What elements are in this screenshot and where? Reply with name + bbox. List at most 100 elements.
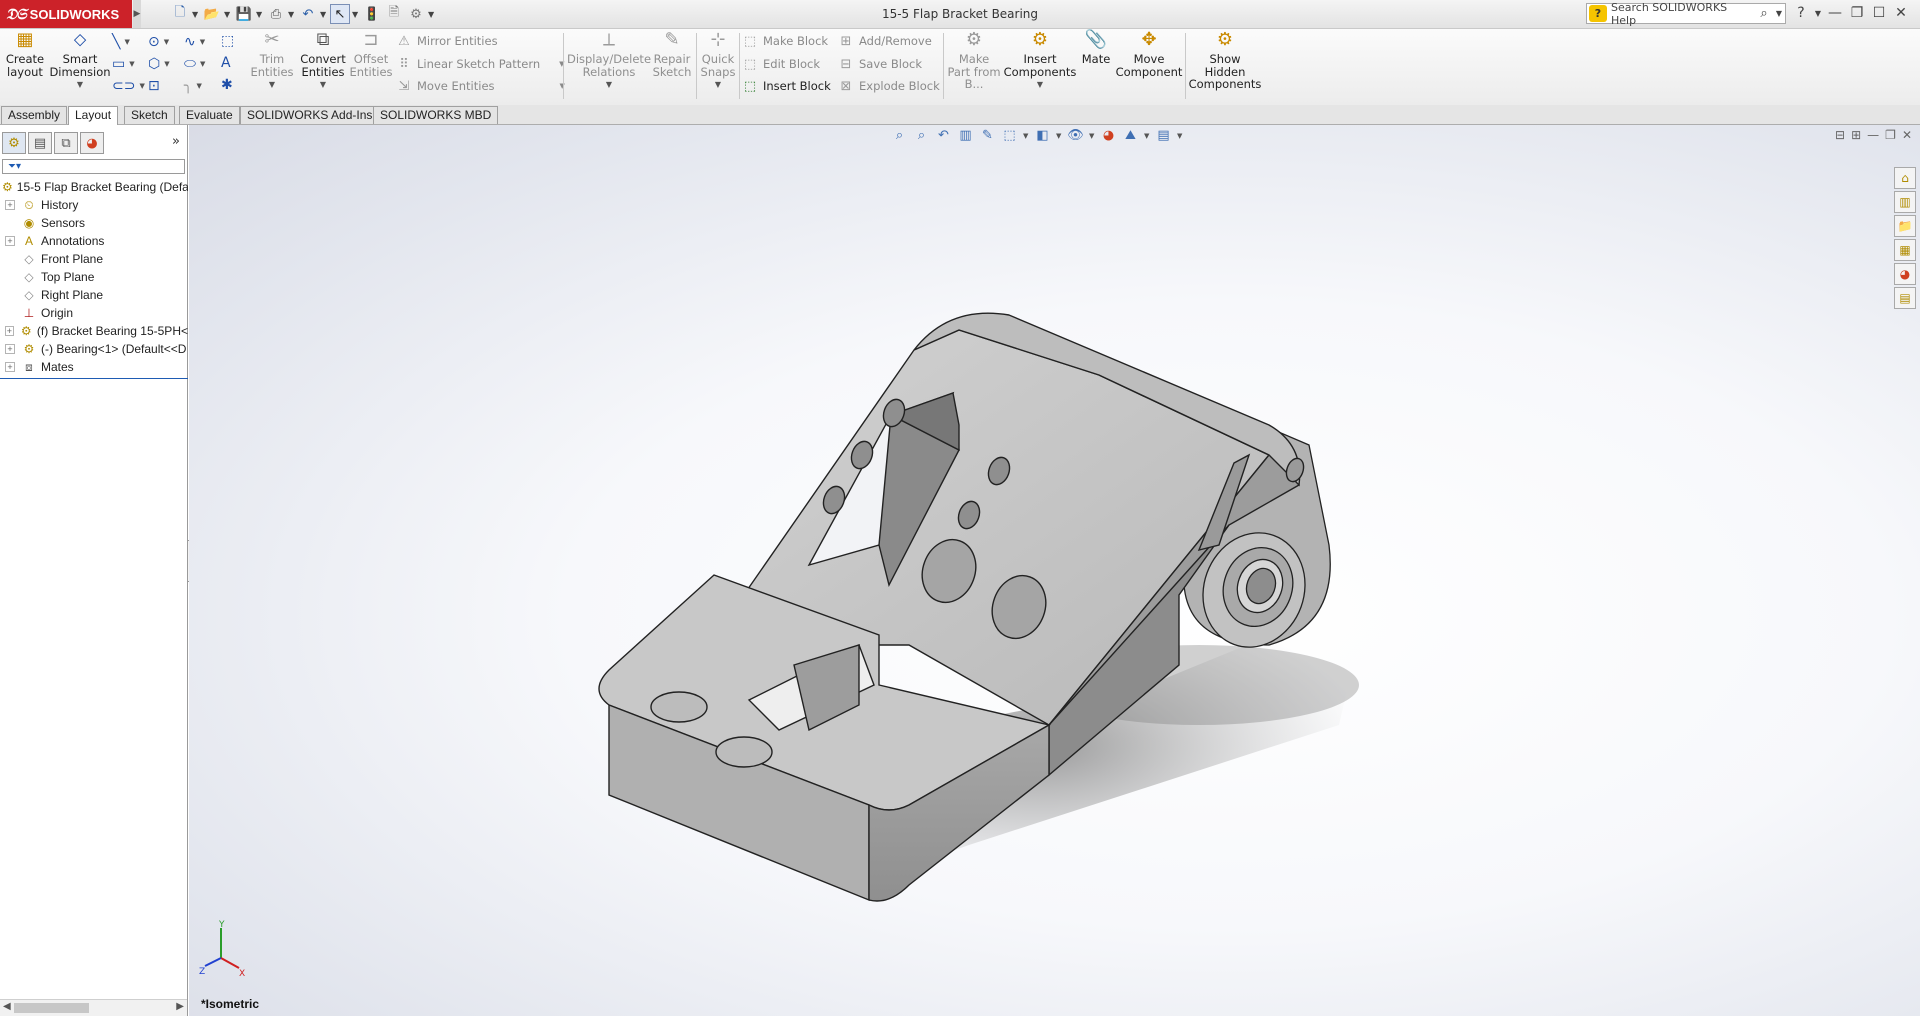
- quick-snaps-button[interactable]: ⊹ Quick Snaps ▼: [698, 29, 738, 105]
- scroll-left-arrow-icon[interactable]: ◀: [3, 1001, 11, 1012]
- smart-dimension-button[interactable]: ⬦ Smart Dimension ▼: [49, 29, 110, 105]
- tab-assembly[interactable]: Assembly: [1, 106, 68, 124]
- tree-item-annotations[interactable]: + A Annotations: [0, 232, 188, 250]
- display-delete-relations-button[interactable]: ⟂ Display/Delete Relations ▼: [567, 29, 651, 105]
- maximize-icon[interactable]: ☐: [1870, 5, 1888, 21]
- polygon-tool-icon[interactable]: ⬡ ▼: [148, 53, 184, 75]
- tree-item-front-plane[interactable]: ◇ Front Plane: [0, 250, 188, 268]
- magnifier-icon[interactable]: ⌕: [1755, 6, 1773, 21]
- doc-restore-icon[interactable]: ❐: [1885, 128, 1896, 142]
- smart-dimension-dropdown-icon[interactable]: ▼: [77, 79, 83, 92]
- section-view-icon[interactable]: ▥: [957, 128, 974, 143]
- solidworks-resources-icon[interactable]: ⌂: [1894, 167, 1916, 189]
- open-dropdown-icon[interactable]: ▼: [224, 10, 232, 19]
- property-manager-tab-icon[interactable]: ▤: [28, 132, 52, 154]
- print-icon[interactable]: ⎙: [266, 4, 286, 24]
- slot-tool-icon[interactable]: ⊂⊃ ▼: [112, 75, 148, 97]
- expand-toggle-icon[interactable]: +: [5, 326, 14, 336]
- display-style-icon[interactable]: ◧: [1034, 128, 1051, 143]
- rebuild-traffic-light-icon[interactable]: 🚦: [362, 4, 382, 24]
- expand-toggle-icon[interactable]: +: [5, 236, 15, 246]
- show-hidden-components-button[interactable]: ⚙ Show Hidden Components: [1188, 29, 1262, 105]
- add-remove-button[interactable]: ⊞ Add/Remove: [838, 31, 932, 51]
- repair-sketch-button[interactable]: ✎ Repair Sketch: [652, 29, 692, 105]
- tree-item-top-plane[interactable]: ◇ Top Plane: [0, 268, 188, 286]
- view-palette-icon[interactable]: ▦: [1894, 239, 1916, 261]
- trim-entities-button[interactable]: ✂ Trim Entities ▼: [250, 29, 294, 105]
- previous-view-icon[interactable]: ↶: [935, 128, 952, 143]
- insert-block-button[interactable]: ⬚ Insert Block: [742, 76, 831, 96]
- help-dropdown-icon[interactable]: ▼: [1814, 9, 1822, 18]
- file-properties-icon[interactable]: 🗎: [384, 4, 404, 24]
- file-explorer-icon[interactable]: 📁: [1894, 215, 1916, 237]
- expand-toggle-icon[interactable]: +: [5, 200, 15, 210]
- hide-show-dropdown-icon[interactable]: ▼: [1089, 132, 1095, 140]
- tree-item-history[interactable]: + ⏲ History: [0, 196, 188, 214]
- fillet-tool-icon[interactable]: ╮ ▼: [184, 75, 220, 97]
- save-icon[interactable]: 💾: [234, 4, 254, 24]
- tab-evaluate[interactable]: Evaluate: [179, 106, 240, 124]
- explode-block-button[interactable]: ⊠ Explode Block: [838, 76, 940, 96]
- rollback-bar[interactable]: [0, 378, 188, 379]
- new-document-icon[interactable]: 🗋: [170, 4, 190, 24]
- options-dropdown-icon[interactable]: ▼: [428, 10, 436, 19]
- tab-solidworks-add-ins[interactable]: SOLIDWORKS Add-Ins: [240, 106, 380, 124]
- linear-sketch-pattern-button[interactable]: ⠿ Linear Sketch Pattern ▼: [396, 54, 564, 74]
- view-settings-icon[interactable]: ▤: [1155, 128, 1172, 143]
- hide-show-items-icon[interactable]: 👁: [1067, 128, 1084, 143]
- move-component-button[interactable]: ✥ Move Component: [1114, 29, 1184, 105]
- minimize-icon[interactable]: —: [1826, 5, 1844, 21]
- doc-minimize-icon[interactable]: —: [1867, 128, 1879, 142]
- menu-expand-arrow[interactable]: ▶: [133, 0, 141, 28]
- circle-tool-icon[interactable]: ⊙ ▼: [148, 31, 184, 53]
- text-tool-icon[interactable]: A: [221, 53, 231, 73]
- open-folder-icon[interactable]: 📂: [202, 4, 222, 24]
- create-layout-button[interactable]: ▦ Create layout: [4, 29, 46, 105]
- spline-tool-icon[interactable]: ∿ ▼: [184, 31, 220, 53]
- expand-toggle-icon[interactable]: +: [5, 344, 15, 354]
- edit-appearance-icon[interactable]: ◕: [1100, 128, 1117, 143]
- save-block-button[interactable]: ⊟ Save Block: [838, 54, 922, 74]
- convert-dropdown-icon[interactable]: ▼: [320, 79, 326, 92]
- tree-item-origin[interactable]: ⊥ Origin: [0, 304, 188, 322]
- tile-vertical-icon[interactable]: ⊞: [1851, 128, 1861, 142]
- tree-root-assembly[interactable]: ⚙ 15-5 Flap Bracket Bearing (Defa: [0, 178, 188, 196]
- sketch-point-icon[interactable]: ✱: [221, 75, 233, 95]
- scroll-thumb[interactable]: [14, 1003, 89, 1013]
- scroll-right-arrow-icon[interactable]: ▶: [176, 1001, 184, 1012]
- quick-snaps-dropdown-icon[interactable]: ▼: [715, 79, 721, 92]
- tab-layout[interactable]: Layout: [68, 106, 119, 125]
- search-help-box[interactable]: ? Search SOLIDWORKS Help ⌕ ▼: [1586, 1, 1786, 27]
- scene-dropdown-icon[interactable]: ▼: [1144, 132, 1150, 140]
- feature-manager-tab-icon[interactable]: ⚙: [2, 132, 26, 154]
- custom-properties-icon[interactable]: ▤: [1894, 287, 1916, 309]
- search-input[interactable]: Search SOLIDWORKS Help: [1611, 1, 1755, 27]
- rectangle-tool-icon[interactable]: ▭ ▼: [112, 53, 148, 75]
- construction-geometry-icon[interactable]: ⬚: [221, 31, 234, 51]
- undo-icon[interactable]: ↶: [298, 4, 318, 24]
- view-orientation-icon[interactable]: ⬚: [1001, 128, 1018, 143]
- tree-filter-input[interactable]: ⏷▾: [2, 159, 185, 174]
- view-settings-dropdown-icon[interactable]: ▼: [1177, 132, 1183, 140]
- view-orientation-dropdown-icon[interactable]: ▼: [1023, 132, 1029, 140]
- tree-item-bracket-bearing[interactable]: + ⚙ (f) Bracket Bearing 15-5PH<: [0, 322, 188, 340]
- new-dropdown-icon[interactable]: ▼: [192, 10, 200, 19]
- close-icon[interactable]: ✕: [1892, 5, 1910, 21]
- tree-item-mates[interactable]: + ⧈ Mates: [0, 358, 188, 376]
- convert-entities-button[interactable]: ⧉ Convert Entities ▼: [297, 29, 349, 105]
- make-block-button[interactable]: ⬚ Make Block: [742, 31, 828, 51]
- select-dropdown-icon[interactable]: ▼: [352, 10, 360, 19]
- trim-dropdown-icon[interactable]: ▼: [269, 79, 275, 92]
- tree-item-right-plane[interactable]: ◇ Right Plane: [0, 286, 188, 304]
- tab-sketch[interactable]: Sketch: [124, 106, 175, 124]
- save-dropdown-icon[interactable]: ▼: [256, 10, 264, 19]
- solidworks-logo[interactable]: 𝔇𝔖 SOLIDWORKS: [0, 0, 132, 28]
- edit-block-button[interactable]: ⬚ Edit Block: [742, 54, 820, 74]
- mate-button[interactable]: 📎 Mate: [1080, 29, 1112, 105]
- search-dropdown-icon[interactable]: ▼: [1773, 9, 1785, 18]
- insert-components-dropdown-icon[interactable]: ▼: [1037, 79, 1043, 92]
- apply-scene-icon[interactable]: ⛰: [1122, 128, 1139, 143]
- display-style-dropdown-icon[interactable]: ▼: [1056, 132, 1062, 140]
- zoom-to-area-icon[interactable]: ⌕: [913, 128, 930, 143]
- dynamic-annotation-icon[interactable]: ✎: [979, 128, 996, 143]
